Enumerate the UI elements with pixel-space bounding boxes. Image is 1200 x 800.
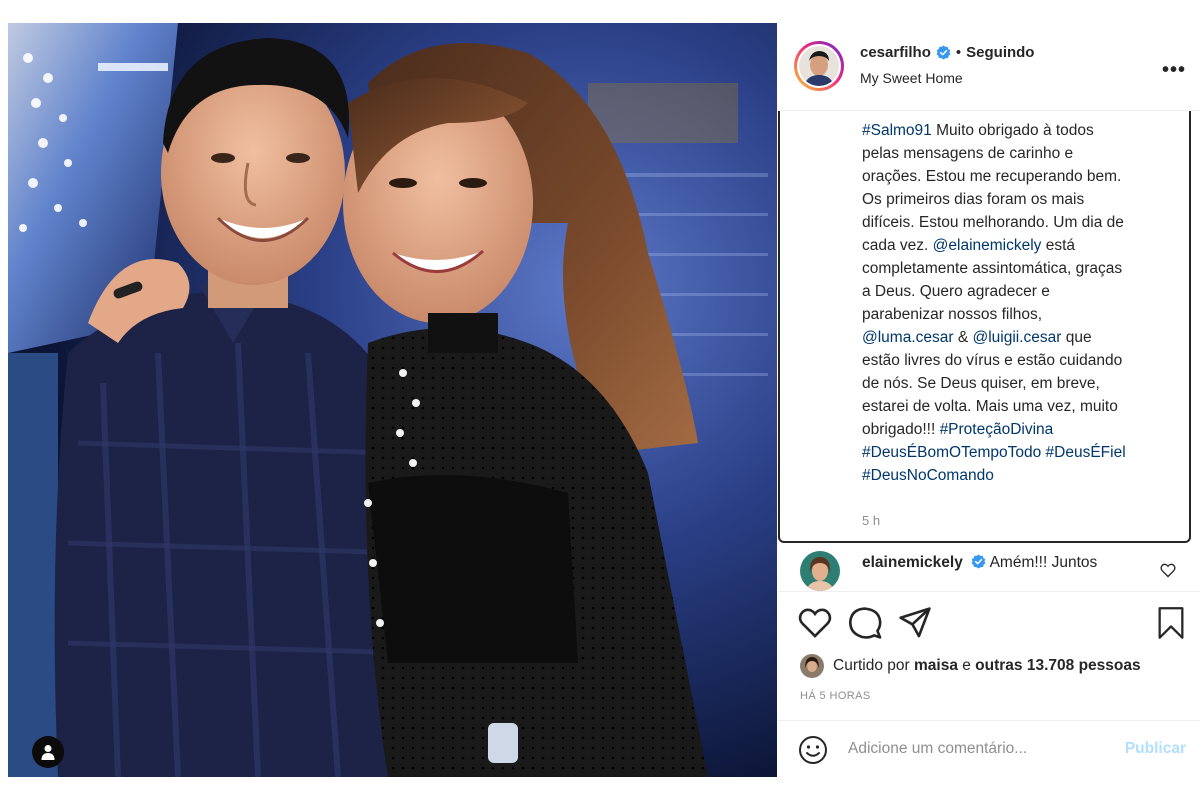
caption-line: @luma.cesar & @luigii.cesar que [862, 326, 1162, 349]
caption-line: completamente assintomática, graças [862, 257, 1162, 280]
hashtag-link[interactable]: #DeusÉBomOTempoTodo [862, 444, 1041, 461]
post-location[interactable]: My Sweet Home [860, 70, 963, 86]
hashtag-link[interactable]: #DeusÉFiel [1046, 444, 1126, 461]
caption-timestamp[interactable]: 5 h [862, 513, 880, 528]
caption-line: a Deus. Quero agradecer e [862, 280, 1162, 303]
header-separator: • [955, 44, 962, 61]
caption-text: parabenizar nossos filhos, [862, 306, 1043, 323]
caption-line: estão livres do vírus e estão cuidando [862, 349, 1162, 372]
caption-text: pelas mensagens de carinho e [862, 145, 1074, 162]
likes-count[interactable]: outras 13.708 pessoas [975, 657, 1140, 675]
caption-text: a Deus. Quero agradecer e [862, 283, 1050, 300]
commenter-avatar[interactable] [800, 551, 840, 591]
caption-text: que [1061, 329, 1092, 346]
caption-text: obrigado!!! [862, 421, 940, 438]
caption-container: #Salmo91 Muito obrigado à todos pelas men… [778, 111, 1191, 543]
post-photo[interactable] [8, 23, 777, 777]
save-bookmark-icon[interactable] [1154, 606, 1188, 640]
liker-username[interactable]: maisa [914, 657, 958, 675]
author-username[interactable]: cesarfilho [860, 44, 931, 61]
author-avatar-image [799, 46, 839, 86]
post-side-panel: cesarfilho • Seguindo My Sweet Home ••• … [778, 23, 1200, 777]
caption-text: cada vez. [862, 237, 933, 254]
following-button[interactable]: Seguindo [966, 44, 1034, 61]
caption-text: estarei de volta. Mais uma vez, muito [862, 398, 1118, 415]
caption-line: #DeusÉBomOTempoTodo #DeusÉFiel [862, 441, 1162, 464]
verified-badge-icon [936, 45, 951, 60]
share-direct-icon[interactable] [898, 606, 932, 640]
publish-button[interactable]: Publicar [1125, 740, 1186, 758]
likes-summary[interactable]: Curtido por maisa e outras 13.708 pessoa… [800, 654, 1141, 678]
caption-line: parabenizar nossos filhos, [862, 303, 1162, 326]
caption-line: pelas mensagens de carinho e [862, 142, 1162, 165]
comment-body: Amém!!! Juntos [989, 554, 1098, 571]
likes-prefix: Curtido por [833, 657, 914, 674]
hashtag-link[interactable]: #Salmo91 [862, 122, 932, 139]
author-avatar[interactable] [794, 41, 844, 91]
caption-text: & [953, 329, 973, 346]
caption-text: orações. Estou me recuperando bem. [862, 168, 1122, 185]
caption-text: de nós. Se Deus quiser, em breve, [862, 375, 1100, 392]
caption-line: orações. Estou me recuperando bem. [862, 165, 1162, 188]
mention-link[interactable]: @luigii.cesar [973, 329, 1062, 346]
like-heart-icon[interactable] [798, 606, 832, 640]
person-icon [41, 745, 55, 760]
post-actions: Curtido por maisa e outras 13.708 pessoa… [778, 591, 1200, 777]
caption-text: está [1041, 237, 1076, 254]
comment-bubble-icon[interactable] [848, 606, 882, 640]
caption-line: Os primeiros dias foram os mais [862, 188, 1162, 211]
caption-line: obrigado!!! #ProteçãoDivina [862, 418, 1162, 441]
mention-link[interactable]: @luma.cesar [862, 329, 954, 346]
caption-text: difíceis. Estou melhorando. Um dia de [862, 214, 1124, 231]
caption-text: Muito obrigado à todos [931, 122, 1094, 139]
mention-link[interactable]: @elainemickely [933, 237, 1042, 254]
caption-text: completamente assintomática, graças [862, 260, 1123, 277]
caption-line: difíceis. Estou melhorando. Um dia de [862, 211, 1162, 234]
post-photo-image [8, 23, 777, 777]
comment-item: elainemickely Amém!!! Juntos [778, 551, 1200, 591]
add-comment-bar: Publicar [778, 720, 1200, 778]
post-header: cesarfilho • Seguindo My Sweet Home ••• [778, 23, 1200, 111]
caption-line: #DeusNoComando [862, 464, 1162, 487]
verified-badge-icon [971, 554, 986, 569]
commenter-username[interactable]: elainemickely [862, 554, 963, 571]
liker-avatar[interactable] [800, 654, 824, 678]
more-options-button[interactable]: ••• [1162, 59, 1186, 82]
caption-text: Os primeiros dias foram os mais [862, 191, 1085, 208]
comment-input[interactable] [848, 737, 1098, 761]
comment-like-heart-icon[interactable] [1160, 563, 1176, 578]
likes-conjunction: e [957, 657, 976, 674]
post-timestamp[interactable]: HÁ 5 HORAS [800, 690, 871, 702]
caption-text: estão livres do vírus e estão cuidando [862, 352, 1123, 369]
caption-line: de nós. Se Deus quiser, em breve, [862, 372, 1162, 395]
hashtag-link[interactable]: #DeusNoComando [862, 467, 994, 484]
caption-line: estarei de volta. Mais uma vez, muito [862, 395, 1162, 418]
hashtag-link[interactable]: #ProteçãoDivina [940, 421, 1054, 438]
emoji-icon[interactable] [798, 735, 828, 765]
caption-line: cada vez. @elainemickely está [862, 234, 1162, 257]
tagged-users-button[interactable] [32, 736, 64, 768]
caption-line: #Salmo91 Muito obrigado à todos [862, 119, 1162, 142]
commenter-avatar-image [800, 551, 840, 591]
post-caption: #Salmo91 Muito obrigado à todos pelas men… [862, 119, 1162, 487]
liker-avatar-image [800, 654, 824, 678]
